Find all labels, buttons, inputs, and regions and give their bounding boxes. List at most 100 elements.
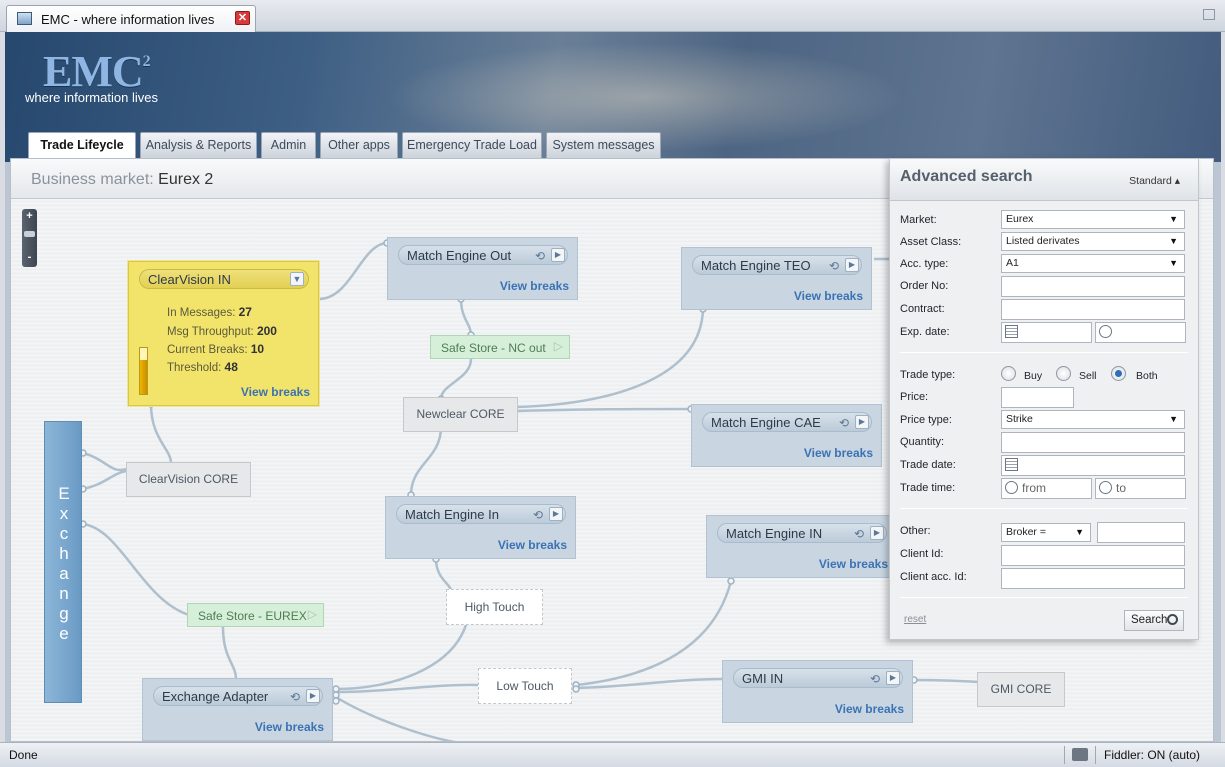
exchange-node[interactable]: Exchange (44, 421, 82, 703)
chevron-down-icon[interactable]: ▼ (290, 272, 304, 286)
trade-time-from-input[interactable]: from (1001, 478, 1092, 499)
status-divider (1064, 746, 1065, 764)
view-breaks-link[interactable]: View breaks (835, 702, 904, 716)
node-header: Exchange Adapter ⟲ ▶ (153, 686, 323, 706)
match-engine-in-node[interactable]: Match Engine In ⟲ ▶ View breaks (385, 496, 576, 559)
calendar-icon[interactable] (1005, 458, 1018, 471)
exchange-adapter-node[interactable]: Exchange Adapter ⟲ ▶ View breaks (142, 678, 333, 741)
tab-other-apps[interactable]: Other apps (320, 132, 398, 158)
fiddler-icon[interactable] (1072, 748, 1088, 761)
fiddler-status[interactable]: Fiddler: ON (auto) (1104, 748, 1200, 762)
wire-safestore-adapter (221, 626, 238, 680)
match-engine-cae-node[interactable]: Match Engine CAE ⟲ ▶ View breaks (691, 404, 882, 467)
play-icon[interactable]: ▷ (308, 607, 317, 621)
restore-window-icon[interactable] (1203, 9, 1215, 20)
client-acc-id-input[interactable] (1001, 568, 1185, 589)
browser-status-bar: Done Fiddler: ON (auto) (0, 742, 1225, 767)
client-id-label: Client Id: (900, 548, 944, 560)
refresh-icon[interactable]: ⟲ (533, 508, 543, 522)
view-breaks-link[interactable]: View breaks (500, 279, 569, 293)
radio-sell[interactable] (1056, 366, 1071, 381)
price-input[interactable] (1001, 387, 1074, 408)
refresh-icon[interactable]: ⟲ (854, 527, 864, 541)
zoom-out-button[interactable]: - (22, 251, 37, 263)
play-icon[interactable]: ▶ (886, 671, 900, 685)
trade-date-label: Trade date: (900, 459, 956, 471)
search-button[interactable]: Search (1124, 610, 1184, 631)
trade-date-input[interactable] (1001, 455, 1185, 476)
play-icon[interactable]: ▶ (549, 507, 563, 521)
close-tab-icon[interactable]: ✕ (235, 11, 250, 25)
view-breaks-link[interactable]: View breaks (241, 385, 310, 399)
other-input[interactable] (1097, 522, 1185, 543)
match-engine-out-node[interactable]: Match Engine Out ⟲ ▶ View breaks (387, 237, 578, 300)
refresh-icon[interactable]: ⟲ (290, 690, 300, 704)
quantity-input[interactable] (1001, 432, 1185, 453)
refresh-icon[interactable]: ⟲ (870, 672, 880, 686)
radio-both[interactable] (1111, 366, 1126, 381)
contract-input[interactable] (1001, 299, 1185, 320)
asset-class-label: Asset Class: (900, 236, 962, 248)
play-icon[interactable]: ▶ (845, 258, 859, 272)
view-breaks-link[interactable]: View breaks (255, 720, 324, 734)
play-icon[interactable]: ▶ (855, 415, 869, 429)
wire-gmi-gmicore (913, 678, 980, 684)
gmi-core-node[interactable]: GMI CORE (977, 672, 1065, 707)
safe-store-eurex-node[interactable]: Safe Store - EUREX ▷ (187, 603, 324, 627)
exp-date-input[interactable] (1001, 322, 1092, 343)
tab-system-messages[interactable]: System messages (546, 132, 661, 158)
match-engine-teo-node[interactable]: Match Engine TEO ⟲ ▶ View breaks (681, 247, 872, 310)
refresh-icon[interactable]: ⟲ (839, 416, 849, 430)
safe-store-nc-out-node[interactable]: Safe Store - NC out ▷ (430, 335, 570, 359)
gmi-in-node[interactable]: GMI IN ⟲ ▶ View breaks (722, 660, 913, 723)
price-type-select[interactable]: Strike (1001, 410, 1185, 429)
view-breaks-link[interactable]: View breaks (819, 557, 888, 571)
trade-time-to-input[interactable]: to (1095, 478, 1186, 499)
standard-mode-toggle[interactable]: Standard ▴ (1129, 175, 1180, 187)
acc-type-select[interactable]: A1 (1001, 254, 1185, 273)
radio-buy[interactable] (1001, 366, 1016, 381)
clock-icon[interactable] (1099, 325, 1112, 338)
play-icon[interactable]: ▶ (870, 526, 884, 540)
view-breaks-link[interactable]: View breaks (804, 446, 873, 460)
zoom-slider-thumb[interactable] (24, 231, 35, 237)
node-title: ClearVision IN (148, 272, 231, 287)
client-id-input[interactable] (1001, 545, 1185, 566)
radio-buy-label: Buy (1024, 370, 1043, 382)
view-breaks-link[interactable]: View breaks (498, 538, 567, 552)
newclear-core-node[interactable]: Newclear CORE (403, 397, 518, 432)
low-touch-node[interactable]: Low Touch (478, 668, 572, 704)
clock-icon[interactable] (1005, 481, 1018, 494)
clearvision-in-node[interactable]: ClearVision IN ▼ In Messages: 27 Msg Thr… (128, 261, 319, 406)
browser-tab[interactable]: EMC - where information lives ✕ (6, 5, 256, 32)
node-header: Match Engine TEO ⟲ ▶ (692, 255, 862, 275)
tab-admin[interactable]: Admin (261, 132, 316, 158)
node-title: Match Engine IN (726, 526, 823, 541)
market-select[interactable]: Eurex (1001, 210, 1185, 229)
tab-emergency-trade-load[interactable]: Emergency Trade Load (402, 132, 542, 158)
play-icon[interactable]: ▶ (551, 248, 565, 262)
calendar-icon[interactable] (1005, 325, 1018, 338)
refresh-icon[interactable]: ⟲ (535, 249, 545, 263)
play-icon[interactable]: ▷ (554, 339, 563, 353)
clock-icon[interactable] (1099, 481, 1112, 494)
play-icon[interactable]: ▶ (306, 689, 320, 703)
order-no-label: Order No: (900, 280, 949, 292)
refresh-icon[interactable]: ⟲ (829, 259, 839, 273)
node-title: Match Engine TEO (701, 258, 811, 273)
reset-link[interactable]: reset (904, 614, 926, 625)
view-breaks-link[interactable]: View breaks (794, 289, 863, 303)
page-icon (17, 12, 32, 25)
asset-class-select[interactable]: Listed derivates (1001, 232, 1185, 251)
other-select[interactable]: Broker = (1001, 523, 1091, 542)
clearvision-core-node[interactable]: ClearVision CORE (126, 462, 251, 497)
zoom-control[interactable]: + - (22, 209, 37, 267)
header-banner: EMC2 where information lives Trade Lifey… (5, 32, 1221, 162)
order-no-input[interactable] (1001, 276, 1185, 297)
exp-time-input[interactable] (1095, 322, 1186, 343)
high-touch-node[interactable]: High Touch (446, 589, 543, 625)
zoom-in-button[interactable]: + (22, 210, 37, 222)
tab-analysis-reports[interactable]: Analysis & Reports (140, 132, 257, 158)
match-engine-in2-node[interactable]: Match Engine IN ⟲ ▶ View breaks (706, 515, 897, 578)
tab-trade-lifecycle[interactable]: Trade Lifeycle (28, 132, 136, 159)
